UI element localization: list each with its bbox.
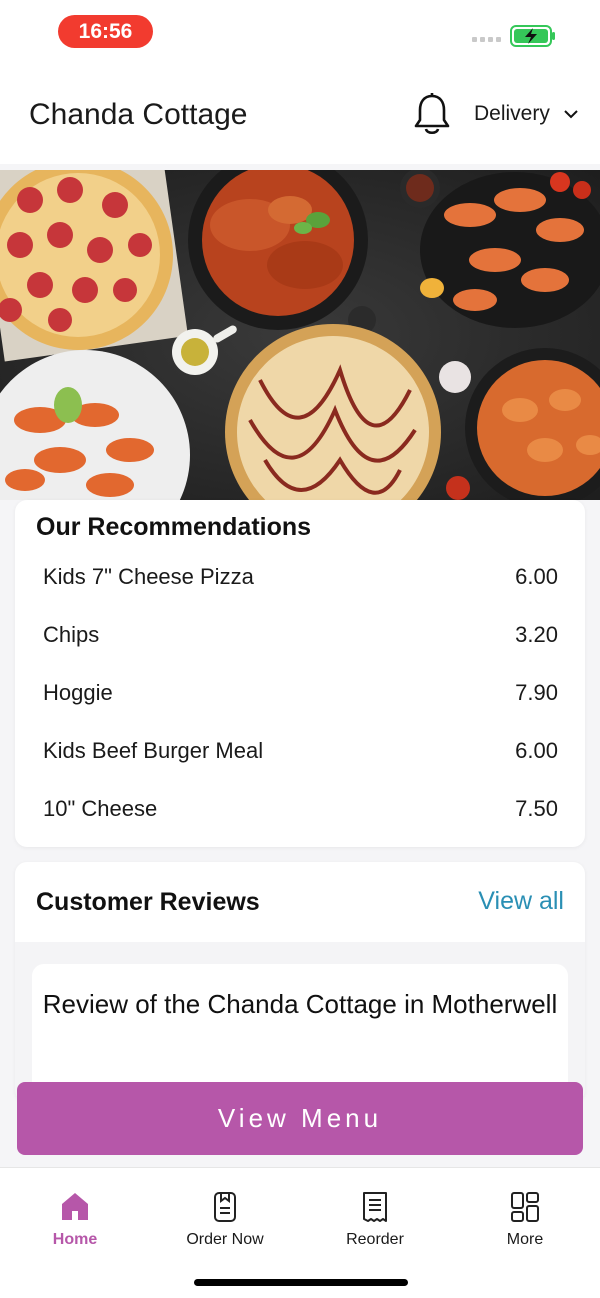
tab-label: More — [506, 1231, 544, 1248]
reviews-header: Customer Reviews View all — [15, 862, 585, 942]
tab-order-now[interactable]: Order Now — [155, 1190, 295, 1249]
recommendations-title: Our Recommendations — [36, 513, 312, 541]
status-bar: 16:56 — [0, 0, 600, 64]
item-price: 3.20 — [515, 622, 558, 647]
item-name: Kids Beef Burger Meal — [43, 738, 264, 763]
bottom-tab-bar: Home Order Now Reorder More — [0, 1167, 600, 1298]
battery-charging-icon — [510, 25, 555, 47]
signal-icon — [472, 37, 501, 42]
item-name: 10" Cheese — [43, 796, 158, 821]
tab-reorder[interactable]: Reorder — [305, 1190, 445, 1249]
delivery-mode-select[interactable]: Delivery — [474, 102, 578, 126]
tab-label: Reorder — [346, 1231, 404, 1248]
item-name: Hoggie — [43, 680, 113, 705]
customer-reviews-card: Customer Reviews View all Review of the … — [15, 862, 585, 1102]
list-item[interactable]: Hoggie 7.90 — [43, 673, 558, 713]
home-indicator — [194, 1279, 408, 1286]
tab-label: Home — [52, 1231, 98, 1248]
reviews-title: Customer Reviews — [36, 888, 260, 916]
recommendations-card: Our Recommendations Kids 7" Cheese Pizza… — [15, 500, 585, 847]
delivery-label: Delivery — [474, 102, 550, 125]
app-header: Chanda Cottage Delivery — [0, 64, 600, 164]
item-price: 7.90 — [515, 680, 558, 705]
page-title: Chanda Cottage — [29, 98, 248, 131]
list-item[interactable]: Chips 3.20 — [43, 615, 558, 655]
view-all-link[interactable]: View all — [478, 887, 564, 916]
item-price: 6.00 — [515, 564, 558, 589]
home-icon — [62, 1193, 88, 1220]
list-item[interactable]: 10" Cheese 7.50 — [43, 789, 558, 829]
item-price: 6.00 — [515, 738, 558, 763]
status-time: 16:56 — [58, 15, 153, 48]
tab-label: Order Now — [186, 1231, 264, 1248]
tab-more[interactable]: More — [455, 1190, 595, 1249]
review-heading: Review of the Chanda Cottage in Motherwe… — [42, 989, 558, 1019]
hero-food-image — [0, 170, 600, 500]
tab-home[interactable]: Home — [5, 1190, 145, 1249]
receipt-icon — [363, 1192, 387, 1222]
item-price: 7.50 — [515, 796, 558, 821]
chevron-down-icon — [564, 110, 578, 119]
item-name: Chips — [43, 622, 100, 647]
list-item[interactable]: Kids Beef Burger Meal 6.00 — [43, 731, 558, 771]
grid-icon — [511, 1192, 539, 1222]
item-name: Kids 7" Cheese Pizza — [43, 564, 254, 589]
order-now-icon — [214, 1192, 236, 1222]
view-menu-button[interactable]: View Menu — [17, 1082, 583, 1155]
bell-icon[interactable] — [412, 92, 452, 138]
list-item[interactable]: Kids 7" Cheese Pizza 6.00 — [43, 557, 558, 597]
